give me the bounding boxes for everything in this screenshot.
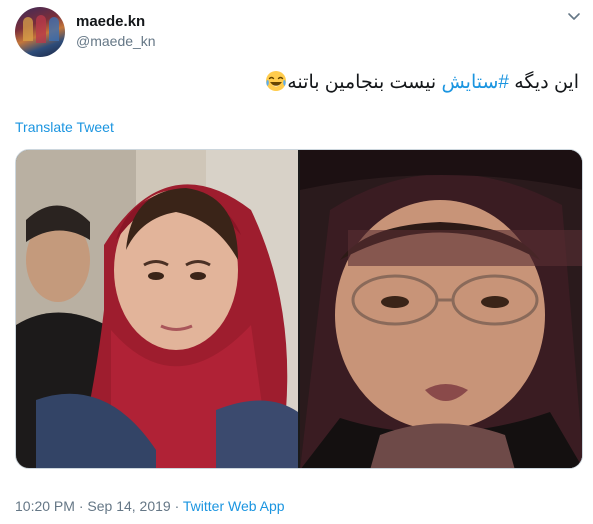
translate-tweet-link[interactable]: Translate Tweet (15, 119, 114, 135)
avatar-window-shape (49, 17, 59, 41)
tweet-source-link[interactable]: Twitter Web App (183, 498, 285, 514)
author-display-name[interactable]: maede.kn (76, 13, 145, 30)
right-photo[interactable] (300, 150, 583, 469)
chevron-down-icon[interactable] (566, 8, 582, 24)
separator: · (74, 498, 88, 514)
tweet-text-part: نیست بنجامین باتنه (287, 72, 442, 93)
avatar-window-shape (36, 15, 46, 43)
left-photo[interactable] (16, 150, 298, 469)
tears-of-joy-emoji-icon (266, 71, 287, 91)
separator: · (170, 498, 183, 514)
tweet-date[interactable]: Sep 14, 2019 (87, 498, 170, 514)
hashtag-link[interactable]: #ستایش (441, 72, 509, 93)
tweet: maede.kn @maede_kn این دیگه #ستایش نیست … (0, 0, 593, 524)
author-handle[interactable]: @maede_kn (76, 33, 156, 49)
avatar-window-shape (23, 17, 33, 41)
tweet-timestamp: 10:20 PM · Sep 14, 2019 · Twitter Web Ap… (15, 498, 285, 514)
tweet-text: این دیگه #ستایش نیست بنجامین باتنه (265, 70, 579, 96)
avatar[interactable] (15, 7, 65, 57)
tweet-text-part: این دیگه (508, 72, 579, 93)
tweet-media[interactable] (15, 149, 583, 469)
tweet-time[interactable]: 10:20 PM (15, 498, 75, 514)
